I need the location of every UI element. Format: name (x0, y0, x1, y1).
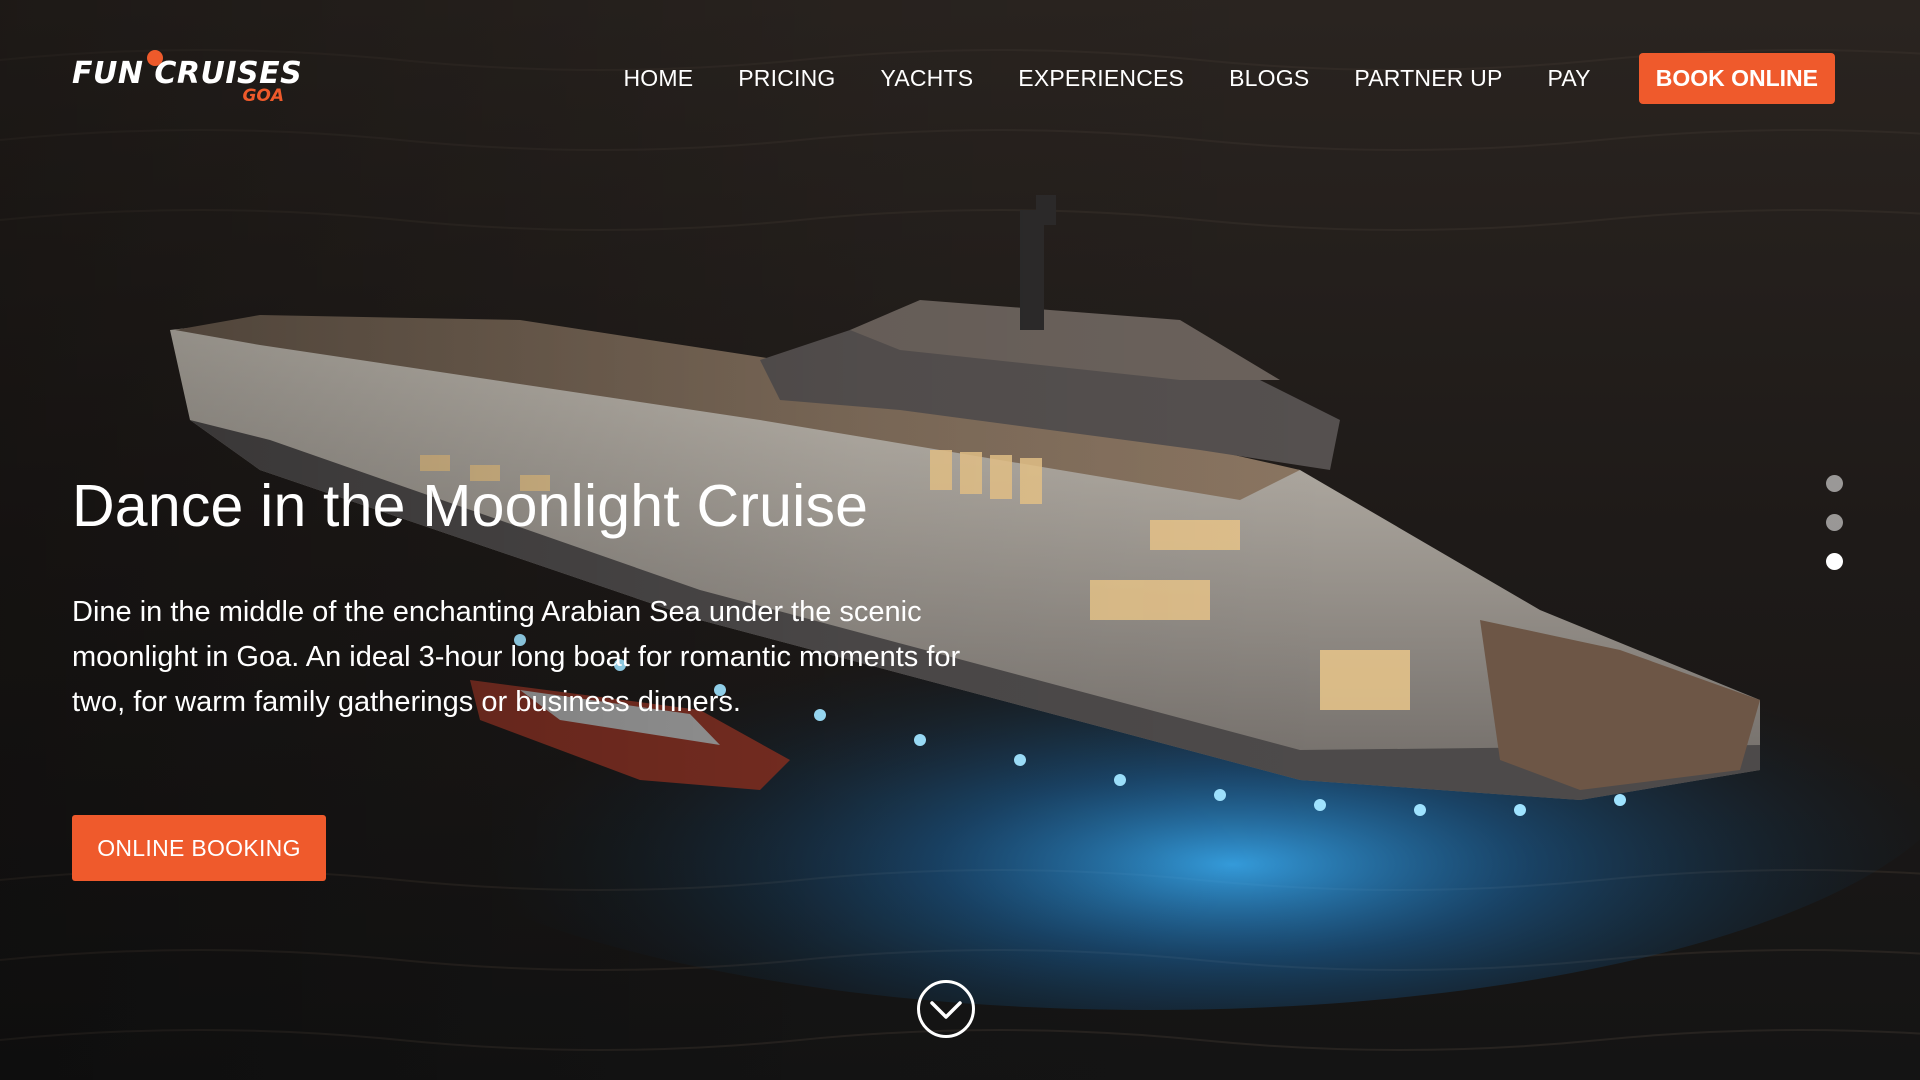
nav-pay[interactable]: PAY (1548, 65, 1591, 92)
book-online-button[interactable]: BOOK ONLINE (1638, 52, 1835, 104)
slider-pagination (1826, 475, 1844, 575)
hero-title: Dance in the Moonlight Cruise (72, 473, 869, 539)
hero-overlay (0, 0, 1920, 1080)
nav-partner-up[interactable]: PARTNER UP (1354, 65, 1502, 92)
slider-dot-2[interactable] (1826, 514, 1843, 531)
nav-yachts[interactable]: YACHTS (881, 65, 974, 92)
online-booking-button[interactable]: ONLINE BOOKING (72, 815, 326, 881)
chevron-down-circle-icon[interactable] (917, 980, 975, 1038)
slider-dot-3[interactable] (1826, 553, 1843, 570)
brand-logo[interactable]: FUN CRUISES GOA (72, 48, 302, 108)
nav-home[interactable]: HOME (623, 65, 693, 92)
nav-blogs[interactable]: BLOGS (1229, 65, 1309, 92)
hero-description: Dine in the middle of the enchanting Ara… (72, 596, 961, 718)
nav-pricing[interactable]: PRICING (738, 65, 835, 92)
brand-location: GOA (242, 86, 284, 106)
slider-dot-1[interactable] (1826, 475, 1843, 492)
nav-experiences[interactable]: EXPERIENCES (1018, 65, 1184, 92)
site-header: FUN CRUISES GOA HOME PRICING YACHTS EXPE… (0, 0, 1920, 150)
main-nav: HOME PRICING YACHTS EXPERIENCES BLOGS PA… (623, 52, 1920, 104)
